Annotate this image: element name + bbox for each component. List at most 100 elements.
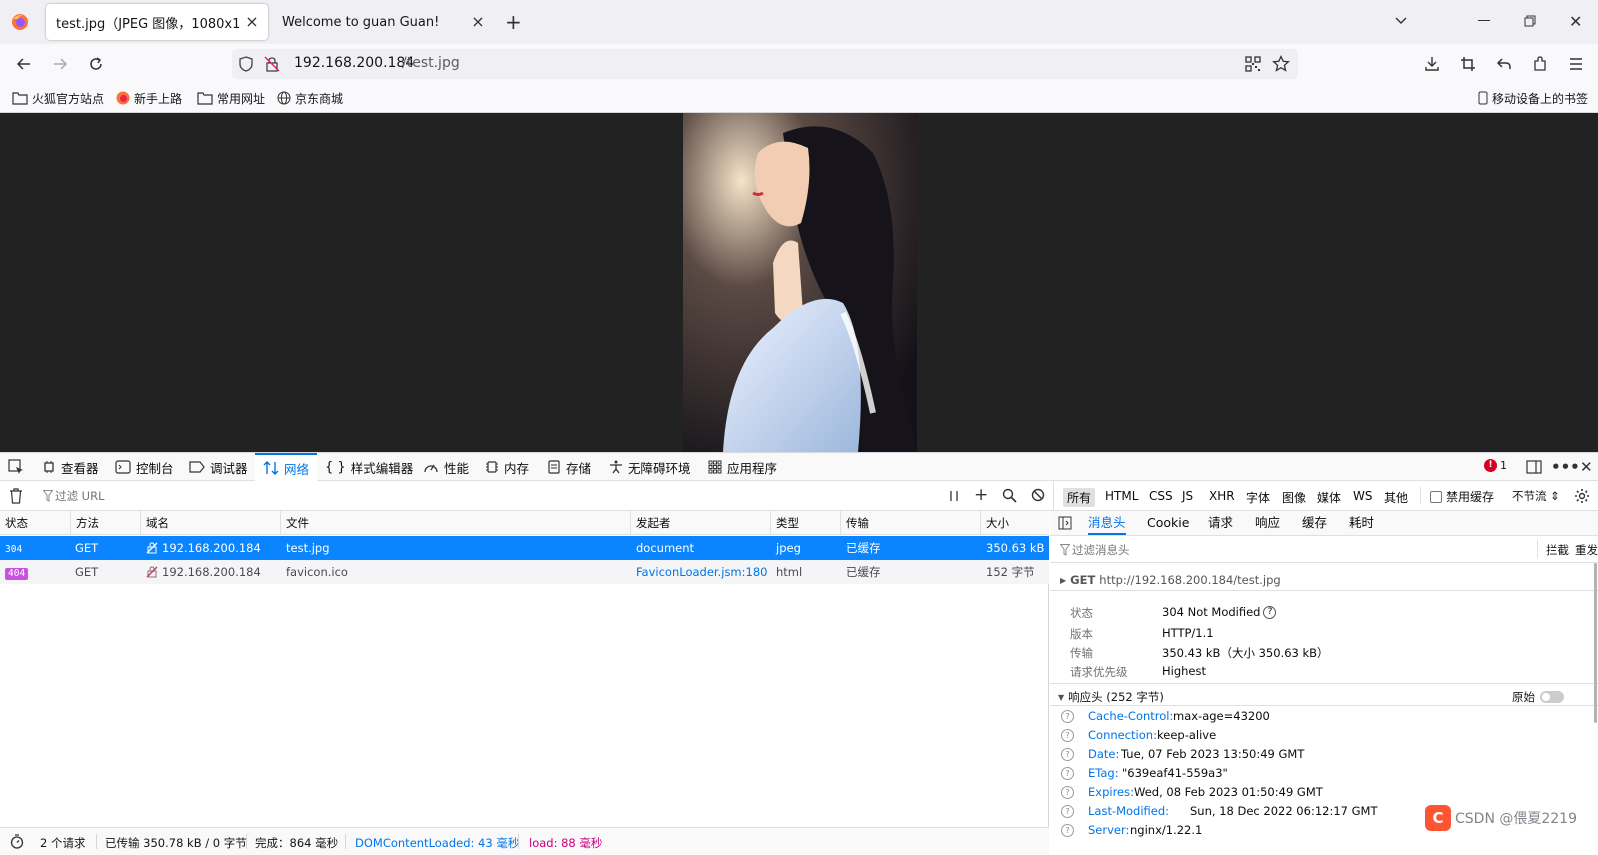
help-icon[interactable]: ? <box>1061 710 1074 723</box>
star-icon[interactable] <box>1272 55 1290 73</box>
shield-icon[interactable] <box>238 56 254 72</box>
tab-accessibility[interactable]: 无障碍环境 <box>609 453 691 481</box>
column-transfer[interactable]: 传输 <box>841 511 981 535</box>
request-initiator[interactable]: FaviconLoader.jsm:180 ... <box>631 560 771 584</box>
reload-icon[interactable] <box>84 52 108 76</box>
add-request-icon[interactable]: + <box>974 485 988 505</box>
bookmark-getting-started[interactable]: 新手上路 <box>116 89 182 107</box>
tab-style-editor[interactable]: { } 样式编辑器 <box>325 453 413 481</box>
tab-application[interactable]: 应用程序 <box>708 453 777 481</box>
tab-memory[interactable]: 内存 <box>485 453 529 481</box>
close-icon[interactable]: × <box>470 14 486 30</box>
column-status[interactable]: 状态 <box>0 511 71 535</box>
filter-type-js[interactable]: JS <box>1178 488 1197 504</box>
search-icon[interactable] <box>1002 488 1017 503</box>
filter-type-ws[interactable]: WS <box>1349 488 1376 504</box>
forward-icon[interactable] <box>48 52 72 76</box>
filter-type-other[interactable]: 其他 <box>1380 488 1412 507</box>
table-row[interactable]: 304 GET 192.168.200.184 test.jpg documen… <box>0 536 1049 560</box>
insecure-lock-icon[interactable] <box>264 56 280 72</box>
raw-toggle[interactable]: 原始 <box>1512 689 1564 705</box>
throttle-select[interactable]: 不节流 ⇕ <box>1512 488 1560 504</box>
back-icon[interactable] <box>12 52 36 76</box>
filter-type-font[interactable]: 字体 <box>1242 488 1274 507</box>
close-devtools-icon[interactable]: ✕ <box>1580 458 1593 476</box>
filter-type-css[interactable]: CSS <box>1145 488 1177 504</box>
header-filter-input[interactable] <box>1072 540 1492 560</box>
url-filter-input[interactable] <box>55 486 915 506</box>
tab-performance[interactable]: 性能 <box>423 453 469 481</box>
new-tab-icon[interactable]: + <box>505 10 522 34</box>
tab-headers[interactable]: 消息头 <box>1088 511 1126 535</box>
undo-icon[interactable] <box>1492 52 1516 76</box>
tab-response[interactable]: 响应 <box>1255 511 1280 535</box>
header-row[interactable]: ? ETag: "639eaf41-559a3" <box>1050 765 1598 784</box>
column-domain[interactable]: 域名 <box>141 511 281 535</box>
column-file[interactable]: 文件 <box>281 511 631 535</box>
menu-icon[interactable] <box>1564 52 1588 76</box>
request-line[interactable]: ▶ GET http://192.168.200.184/test.jpg <box>1060 573 1281 587</box>
disable-cache-toggle[interactable]: 禁用缓存 <box>1430 488 1494 505</box>
table-row[interactable]: 404 GET 192.168.200.184 favicon.ico Favi… <box>0 560 1049 584</box>
header-row[interactable]: ? Date: Tue, 07 Feb 2023 13:50:49 GMT <box>1050 746 1598 765</box>
help-icon[interactable]: ? <box>1263 605 1277 619</box>
qr-code-icon[interactable] <box>1245 56 1261 72</box>
extensions-icon[interactable] <box>1528 52 1552 76</box>
request-initiator[interactable]: document <box>631 536 771 560</box>
close-icon[interactable]: × <box>244 14 260 30</box>
filter-type-html[interactable]: HTML <box>1101 488 1142 504</box>
help-icon[interactable]: ? <box>1061 805 1074 818</box>
close-window-icon[interactable]: ✕ <box>1569 12 1582 31</box>
bookmark-firefox-site[interactable]: 火狐官方站点 <box>12 89 104 107</box>
element-picker-icon[interactable] <box>8 459 24 475</box>
response-headers-toggle[interactable]: ▼ 响应头 (252 字节) <box>1058 689 1164 705</box>
tab-test-jpg[interactable]: test.jpg（JPEG 图像，1080x1567 × <box>46 4 268 40</box>
header-row[interactable]: ? Expires: Wed, 08 Feb 2023 01:50:49 GMT <box>1050 784 1598 803</box>
filter-type-image[interactable]: 图像 <box>1278 488 1310 507</box>
url-bar[interactable]: 192.168.200.184 /test.jpg <box>232 49 1298 79</box>
settings-gear-icon[interactable] <box>1574 488 1590 504</box>
tab-network[interactable]: 网络 <box>255 453 317 481</box>
tab-cookies[interactable]: Cookie <box>1147 511 1189 535</box>
dock-side-icon[interactable] <box>1526 459 1542 475</box>
help-icon[interactable]: ? <box>1061 786 1074 799</box>
mobile-bookmarks[interactable]: 移动设备上的书签 <box>1478 89 1588 107</box>
screenshot-icon[interactable] <box>1456 52 1480 76</box>
toggle-switch[interactable] <box>1540 691 1564 703</box>
toggle-panel-icon[interactable] <box>1058 516 1072 530</box>
column-initiator[interactable]: 发起者 <box>631 511 771 535</box>
block-button[interactable]: 拦截 <box>1546 542 1569 558</box>
filter-type-all[interactable]: 所有 <box>1063 488 1096 507</box>
header-row[interactable]: ? Connection: keep-alive <box>1050 727 1598 746</box>
minimize-icon[interactable] <box>1478 20 1490 21</box>
tab-timings[interactable]: 耗时 <box>1349 511 1374 535</box>
chevron-down-icon[interactable] <box>1393 12 1409 28</box>
tab-inspector[interactable]: 查看器 <box>42 453 99 481</box>
column-size[interactable]: 大小 <box>981 511 1049 535</box>
restore-icon[interactable] <box>1524 15 1536 27</box>
stopwatch-icon[interactable] <box>10 834 24 849</box>
scrollbar[interactable] <box>1594 563 1597 723</box>
error-badge[interactable]: ! 1 <box>1484 459 1507 472</box>
header-row[interactable]: ? Cache-Control: max-age=43200 <box>1050 708 1598 727</box>
tab-storage[interactable]: 存储 <box>547 453 591 481</box>
tab-welcome[interactable]: Welcome to guan Guan! × <box>272 4 494 40</box>
help-icon[interactable]: ? <box>1061 767 1074 780</box>
help-icon[interactable]: ? <box>1061 824 1074 837</box>
help-icon[interactable]: ? <box>1061 748 1074 761</box>
tab-console[interactable]: 控制台 <box>115 453 174 481</box>
bookmark-common-sites[interactable]: 常用网址 <box>197 89 265 107</box>
trash-icon[interactable] <box>9 488 23 504</box>
more-options-icon[interactable]: ••• <box>1551 458 1580 476</box>
firefox-icon[interactable] <box>11 13 29 31</box>
bookmark-jd[interactable]: 京东商城 <box>277 89 343 107</box>
resend-button[interactable]: 重发 <box>1575 542 1598 558</box>
download-icon[interactable] <box>1420 52 1444 76</box>
tab-cache[interactable]: 缓存 <box>1302 511 1327 535</box>
displayed-image[interactable] <box>683 113 917 452</box>
tab-request[interactable]: 请求 <box>1208 511 1233 535</box>
column-method[interactable]: 方法 <box>71 511 141 535</box>
checkbox[interactable] <box>1430 490 1442 503</box>
help-icon[interactable]: ? <box>1061 729 1074 742</box>
pause-icon[interactable] <box>949 490 959 502</box>
